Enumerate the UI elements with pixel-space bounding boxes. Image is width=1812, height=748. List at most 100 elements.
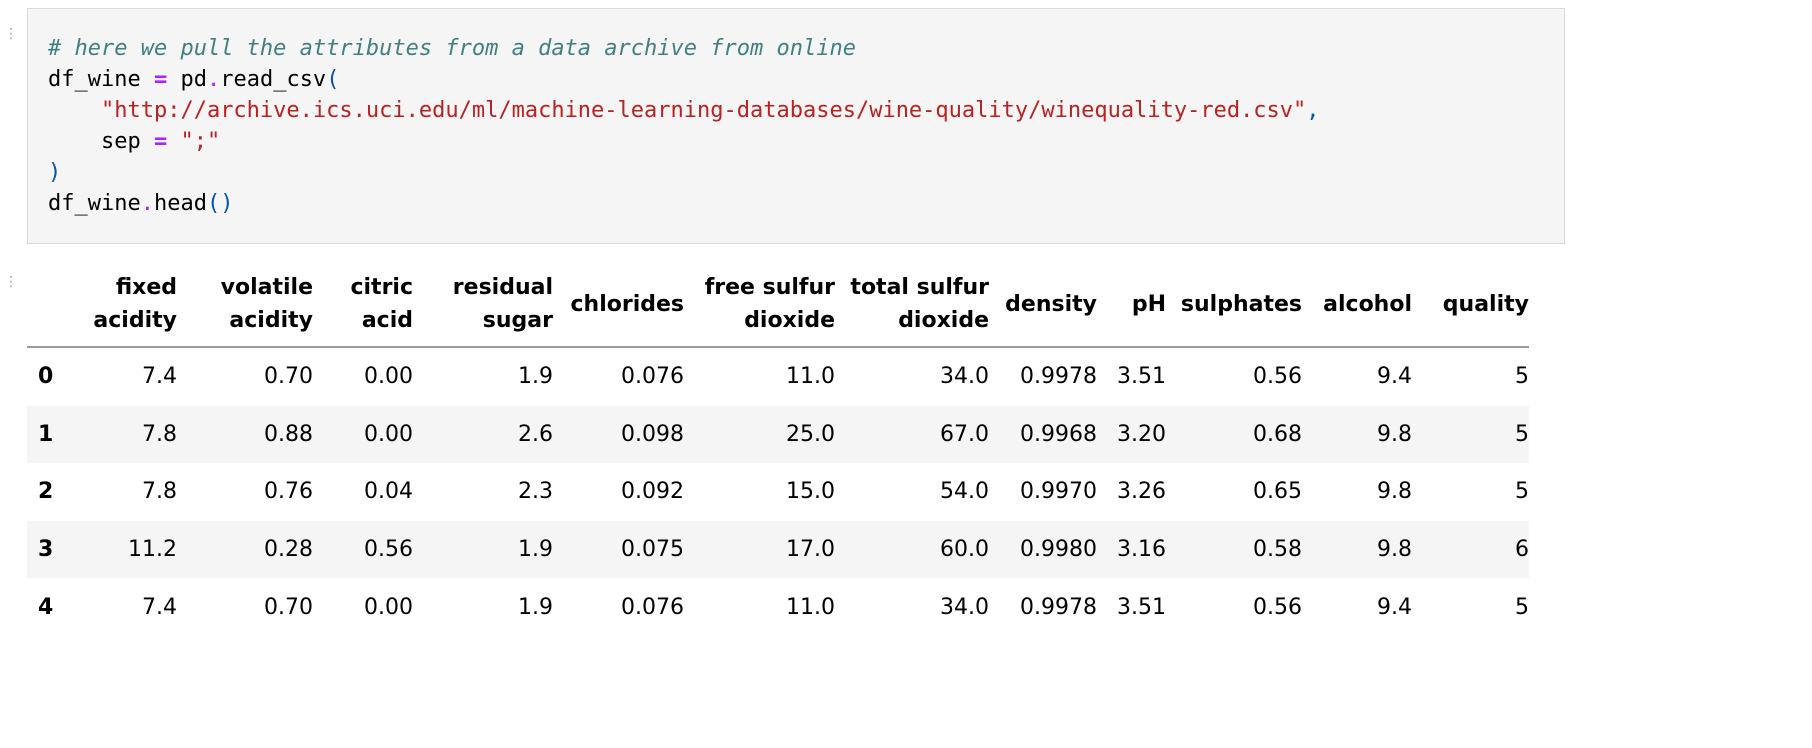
cell-output: fixed acidity volatile acidity citric acid res… [27,262,1529,636]
code-method: head [153,191,207,216]
table-cell: 0.076 [621,594,684,620]
column-header-line2: acidity [229,308,313,333]
table-cell: 0.075 [621,537,684,563]
column-header: alcohol [1302,262,1412,348]
table-cell: 9.4 [1377,594,1412,620]
table-row: 0 7.4 0.70 0.00 1.9 0.076 11.0 34.0 0.9978 3.51 0.… [27,347,1529,406]
column-header-line2: sugar [482,308,553,333]
row-index: 3 [38,537,54,563]
code-func: read_csv [220,67,327,92]
code-open-paren: ( [326,67,340,92]
table-cell: 0.9980 [1020,537,1097,563]
column-header: quality [1412,262,1529,348]
column-header: sulphates [1166,262,1302,348]
table-cell: 0.70 [264,364,313,390]
code-module: pd [180,67,207,92]
table-cell: 0.56 [364,537,413,563]
table-cell: 0.68 [1253,421,1302,447]
table-cell: 6 [1515,537,1529,563]
table-cell: 7.4 [142,364,177,390]
table-cell: 0.00 [364,421,413,447]
table-cell: 67.0 [940,421,989,447]
table-cell: 9.4 [1377,364,1412,390]
table-row: 3 11.2 0.28 0.56 1.9 0.075 17.0 60.0 0.9980 3.16 0… [27,520,1529,579]
table-cell: 5 [1515,479,1529,505]
table-cell: 34.0 [940,594,989,620]
table-cell: 0.56 [1253,364,1302,390]
table-cell: 34.0 [940,364,989,390]
table-cell: 0.76 [264,479,313,505]
table-cell: 11.2 [128,537,177,563]
column-header-line1: density [1005,291,1097,317]
dataframe-table: fixed acidity volatile acidity citric acid res… [27,262,1529,636]
column-header: pH [1097,262,1166,348]
column-header-line1: fixed [115,275,177,300]
table-cell: 2.6 [518,421,553,447]
code-dot-2: . [140,191,154,216]
table-cell: 25.0 [786,421,835,447]
column-header: free sulfur dioxide [684,262,835,348]
code-close-paren: ) [48,160,62,185]
column-header-line2: acidity [93,308,177,333]
column-header: chlorides [553,262,684,348]
table-cell: 0.58 [1253,537,1302,563]
column-header-line1: alcohol [1323,291,1412,317]
table-row: 1 7.8 0.88 0.00 2.6 0.098 25.0 67.0 0.9968 3.20 0.… [27,405,1529,464]
code-assign-op: = [153,67,168,92]
table-cell: 1.9 [518,364,553,390]
column-header-line1: sulphates [1180,291,1302,317]
table-cell: 0.098 [621,421,684,447]
table-cell: 1.9 [518,594,553,620]
table-cell: 0.88 [264,421,313,447]
column-header: density [989,262,1097,348]
table-cell: 0.9968 [1020,421,1097,447]
code-var: df_wine [48,67,141,92]
row-index: 0 [38,364,54,390]
column-header-line1: residual [452,275,553,300]
column-header: volatile acidity [177,262,313,348]
column-header-line2: acid [361,308,413,333]
table-cell: 0.092 [621,479,684,505]
drag-handle-icon[interactable]: ⋮ [4,275,18,289]
table-cell: 0.04 [364,479,413,505]
code-cell-input[interactable]: # here we pull the attributes from a dat… [27,8,1565,244]
table-row: 2 7.8 0.76 0.04 2.3 0.092 15.0 54.0 0.9970 3.26 0.… [27,463,1529,521]
column-header: total sulfur dioxide [835,262,989,348]
column-header-line2: dioxide [898,308,989,333]
table-cell: 54.0 [940,479,989,505]
code-call-parens: () [206,191,234,216]
table-cell: 0.076 [621,364,684,390]
column-header-line1: pH [1131,291,1166,317]
code-editor[interactable]: # here we pull the attributes from a dat… [28,9,1564,219]
table-cell: 0.00 [364,364,413,390]
table-cell: 9.8 [1377,537,1412,563]
table-cell: 17.0 [786,537,835,563]
table-cell: 3.51 [1117,364,1166,390]
table-cell: 15.0 [786,479,835,505]
table-cell: 3.16 [1117,537,1166,563]
table-cell: 0.65 [1253,479,1302,505]
table-cell: 0.9978 [1020,364,1097,390]
column-header-line1: free sulfur [704,275,835,300]
table-row: 4 7.4 0.70 0.00 1.9 0.076 11.0 34.0 0.9978 3.51 0.… [27,578,1529,636]
table-cell: 0.70 [264,594,313,620]
code-sep-name: sep [100,129,141,154]
drag-handle-icon[interactable]: ⋮ [4,27,18,41]
column-header-line2: dioxide [744,308,835,333]
table-cell: 7.8 [142,479,177,505]
table-cell: 60.0 [940,537,989,563]
table-cell: 11.0 [786,594,835,620]
row-index: 2 [38,479,54,505]
table-cell: 0.00 [364,594,413,620]
column-header-line1: total sulfur [850,275,989,300]
table-cell: 7.8 [142,421,177,447]
table-cell: 5 [1515,364,1529,390]
code-url-string: "http://archive.ics.uci.edu/ml/machine-l… [100,98,1307,123]
column-header-line1: citric [350,275,413,300]
table-cell: 1.9 [518,537,553,563]
row-index: 1 [38,421,54,447]
column-header: fixed acidity [73,262,177,348]
table-cell: 3.20 [1117,421,1166,447]
table-cell: 9.8 [1377,479,1412,505]
table-cell: 3.26 [1117,479,1166,505]
